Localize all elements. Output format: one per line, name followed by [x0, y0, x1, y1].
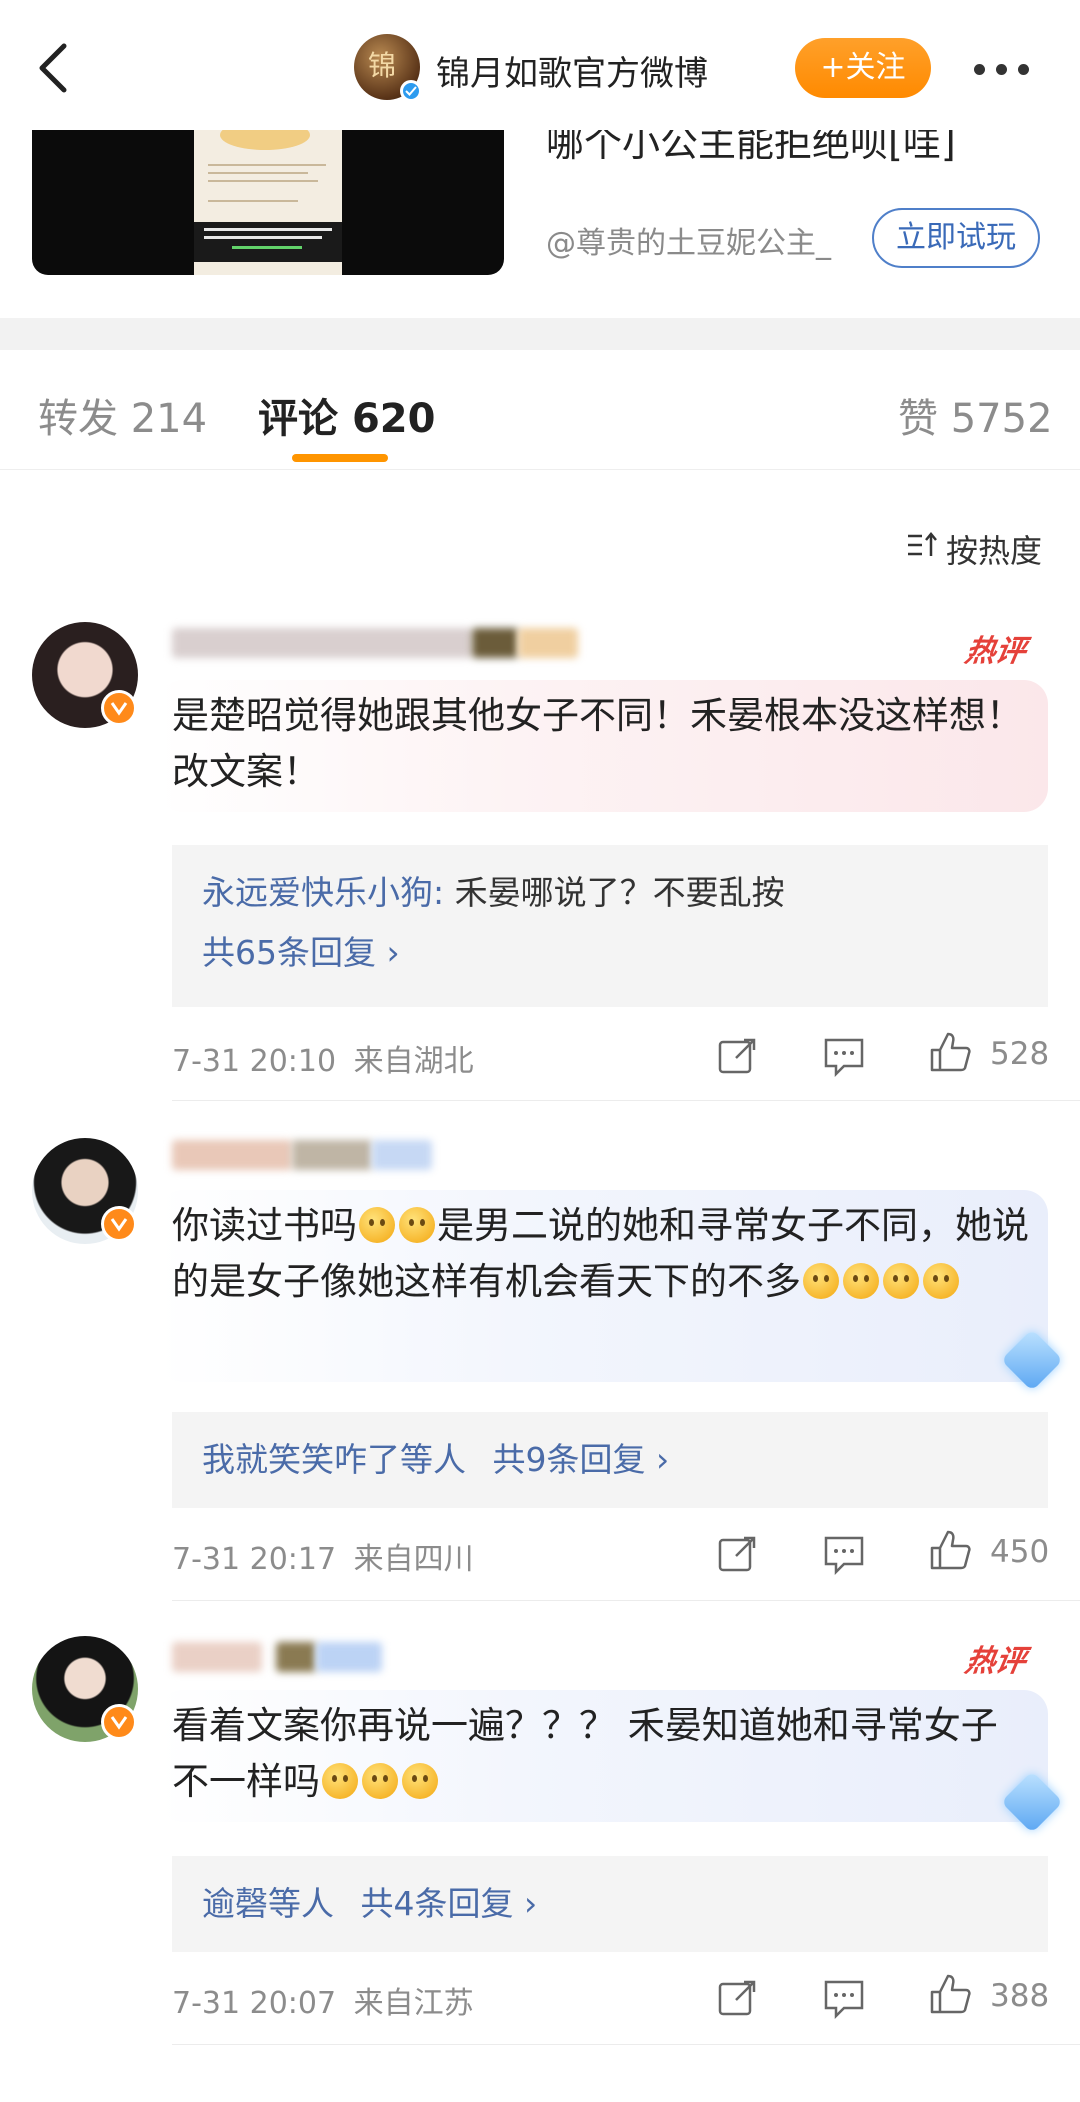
sort-by-hot-button[interactable]: 按热度 — [946, 526, 1042, 572]
thinking-emoji-icon — [883, 1263, 919, 1299]
reply-count-link[interactable]: 共65条回复 › — [202, 923, 1018, 983]
verified-orange-icon — [101, 1704, 137, 1740]
comment-divider — [172, 2044, 1080, 2045]
share-icon[interactable] — [716, 1034, 760, 1078]
reply-author[interactable]: 我就笑笑咋了等人 — [202, 1440, 466, 1479]
comment-divider — [172, 1100, 1080, 1101]
like-count: 528 — [990, 1036, 1050, 1072]
reply-text: 禾晏哪说了？不要乱按 — [444, 873, 785, 912]
smile-emoji-icon — [362, 1763, 398, 1799]
reply-preview: 我就笑笑咋了等人 共9条回复 › — [202, 1430, 1018, 1490]
shared-video-thumbnail[interactable] — [32, 130, 504, 275]
commenter-username-obscured[interactable] — [172, 1140, 432, 1174]
tab-label: 评论 — [258, 396, 338, 442]
hot-comment-badge: 热评 — [962, 1644, 1029, 1679]
comment-text-part: 看着文案你再说一遍？？？ 禾晏知道她和寻常女子不一样吗 — [172, 1704, 998, 1803]
reply-author[interactable]: 逾磬等人 — [202, 1884, 334, 1923]
verified-orange-icon — [101, 690, 137, 726]
comment-icon[interactable] — [822, 1034, 866, 1078]
follow-button[interactable]: +关注 — [795, 38, 931, 98]
share-icon[interactable] — [716, 1532, 760, 1576]
like-icon[interactable] — [928, 1528, 972, 1572]
comment-text-part: 你读过书吗 — [172, 1204, 357, 1247]
commenter-username-obscured[interactable] — [172, 1642, 382, 1676]
like-count: 388 — [990, 1978, 1050, 2014]
comment-text[interactable]: 看着文案你再说一遍？？？ 禾晏知道她和寻常女子不一样吗 — [158, 1690, 1048, 1822]
thinking-emoji-icon — [923, 1263, 959, 1299]
smile-emoji-icon — [322, 1763, 358, 1799]
thinking-emoji-icon — [803, 1263, 839, 1299]
reply-count-link[interactable]: 共4条回复 › — [361, 1884, 538, 1923]
try-now-button[interactable]: 立即试玩 — [872, 208, 1040, 268]
share-icon[interactable] — [716, 1976, 760, 2020]
puzzled-emoji-icon — [399, 1207, 435, 1243]
tab-comments[interactable]: 评论 620 — [258, 386, 435, 444]
verified-blue-icon — [400, 80, 422, 102]
shared-card-user[interactable]: @尊贵的土豆妮公主_ — [546, 218, 831, 262]
like-count: 450 — [990, 1534, 1050, 1570]
reply-preview: 逾磬等人 共4条回复 › — [202, 1874, 1018, 1934]
commenter-username-obscured[interactable] — [172, 628, 578, 662]
tab-count: 620 — [351, 396, 436, 442]
comment-icon[interactable] — [822, 1976, 866, 2020]
hot-comment-badge: 热评 — [962, 634, 1029, 669]
puzzled-emoji-icon — [359, 1207, 395, 1243]
comment-text[interactable]: 是楚昭觉得她跟其他女子不同！禾晏根本没这样想！改文案！ — [158, 680, 1048, 812]
reply-count-link[interactable]: 共9条回复 › — [493, 1440, 670, 1479]
comment-meta: 7-31 20:10 来自湖北 — [172, 1036, 474, 1080]
reply-author[interactable]: 永远爱快乐小狗: — [202, 873, 444, 912]
sort-icon[interactable] — [906, 530, 938, 560]
like-icon[interactable] — [928, 1972, 972, 2016]
tab-label: 赞 — [898, 396, 938, 442]
tab-count: 5752 — [950, 396, 1053, 442]
comment-divider — [172, 1600, 1080, 1601]
reply-preview-box[interactable]: 永远爱快乐小狗: 禾晏哪说了？不要乱按 共65条回复 › — [172, 845, 1048, 1007]
section-divider — [0, 318, 1080, 350]
comment-icon[interactable] — [822, 1532, 866, 1576]
comment-text[interactable]: 你读过书吗 是男二说的她和寻常女子不同，她说的是女子像她这样有机会看天下的不多 — [158, 1190, 1048, 1382]
comment-time: 7-31 20:10 — [172, 1044, 337, 1079]
like-icon[interactable] — [928, 1030, 972, 1074]
top-nav-bar: 锦 锦月如歌官方微博 +关注 — [0, 0, 1080, 130]
comment-location: 来自湖北 — [353, 1044, 474, 1079]
tab-reposts[interactable]: 转发 214 — [38, 386, 207, 444]
reply-preview: 永远爱快乐小狗: 禾晏哪说了？不要乱按 — [202, 863, 1018, 923]
comment-meta: 7-31 20:17 来自四川 — [172, 1534, 474, 1578]
comment-time: 7-31 20:17 — [172, 1542, 337, 1577]
thumbnail-screenshot — [194, 130, 342, 275]
interaction-tabs: 转发 214 评论 620 赞 5752 — [0, 350, 1080, 470]
back-arrow-icon[interactable] — [30, 38, 80, 98]
account-name[interactable]: 锦月如歌官方微博 — [436, 46, 708, 95]
comment-time: 7-31 20:07 — [172, 1986, 337, 2021]
reply-preview-box[interactable]: 我就笑笑咋了等人 共9条回复 › — [172, 1412, 1048, 1508]
active-tab-indicator — [292, 454, 388, 462]
comment-location: 来自江苏 — [353, 1986, 474, 2021]
thinking-emoji-icon — [843, 1263, 879, 1299]
tab-likes[interactable]: 赞 5752 — [898, 386, 1053, 444]
tab-count: 214 — [130, 396, 208, 442]
account-avatar-glyph: 锦 — [368, 49, 397, 82]
reply-preview-box[interactable]: 逾磬等人 共4条回复 › — [172, 1856, 1048, 1952]
tab-label: 转发 — [38, 396, 118, 442]
more-options-icon[interactable] — [974, 60, 1040, 79]
comment-location: 来自四川 — [353, 1542, 474, 1577]
comment-meta: 7-31 20:07 来自江苏 — [172, 1978, 474, 2022]
smile-emoji-icon — [402, 1763, 438, 1799]
verified-orange-icon — [101, 1206, 137, 1242]
